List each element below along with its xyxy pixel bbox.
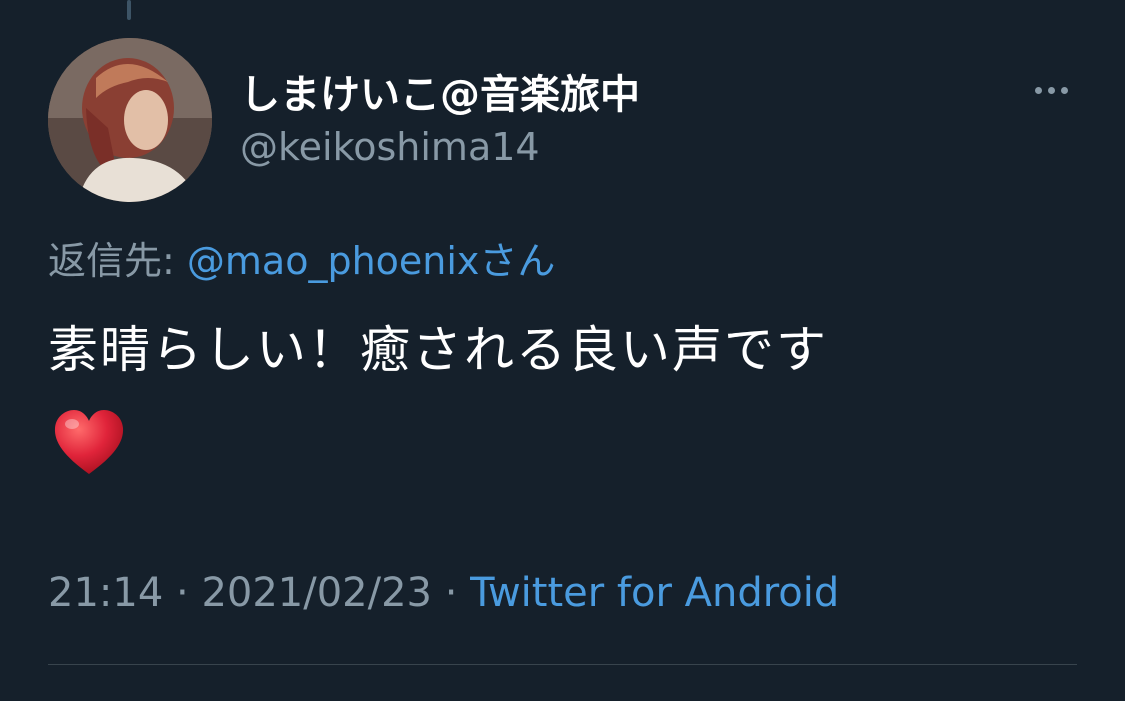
tweet-detail: しまけいこ@音楽旅中 @keikoshima14 返信先: @mao_phoen… xyxy=(0,0,1125,701)
avatar-photo xyxy=(48,38,212,202)
reply-to-label: 返信先: xyxy=(48,239,187,283)
meta-separator: · xyxy=(163,570,202,616)
tweet-source-link[interactable]: Twitter for Android xyxy=(470,570,839,616)
avatar[interactable] xyxy=(48,38,212,202)
tweet-date[interactable]: 2021/02/23 xyxy=(201,570,432,616)
tweet-text: 素晴らしい！癒される良い声です xyxy=(48,321,828,379)
more-icon-dot xyxy=(1034,86,1042,94)
more-options-button[interactable] xyxy=(1025,70,1077,110)
more-icon-dot xyxy=(1047,86,1055,94)
tweet-time[interactable]: 21:14 xyxy=(48,570,163,616)
divider xyxy=(48,664,1077,665)
reply-mention-link[interactable]: @mao_phoenixさん xyxy=(187,239,556,283)
meta-separator: · xyxy=(431,570,471,616)
user-handle[interactable]: @keikoshima14 xyxy=(240,125,540,169)
more-icon-dot xyxy=(1060,86,1068,94)
tweet-meta: 21:14 · 2021/02/23 · Twitter for Android xyxy=(48,570,839,616)
display-name[interactable]: しまけいこ@音楽旅中 xyxy=(240,62,640,120)
red-heart-icon xyxy=(54,410,124,474)
reply-to-line: 返信先: @mao_phoenixさん xyxy=(48,230,555,285)
reply-thread-line xyxy=(127,0,131,20)
